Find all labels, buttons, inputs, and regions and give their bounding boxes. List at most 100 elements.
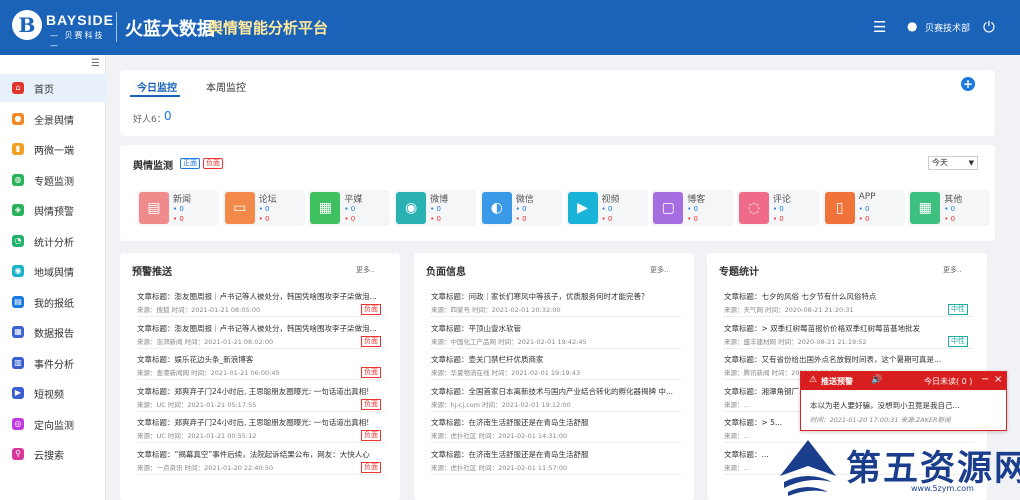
- source-name: 微博: [430, 195, 449, 205]
- sidebar-item-7[interactable]: ▤ 我的报纸: [0, 288, 106, 316]
- brand-title: 火蓝大数据: [125, 19, 215, 40]
- source-tile-博客[interactable]: ▢ 博客 • 0 • 0: [651, 190, 734, 226]
- more-link[interactable]: 更多..: [650, 265, 668, 275]
- alert-message[interactable]: 本以为老人要好骗，没想到小丑竟是我自己...: [810, 400, 960, 411]
- article-row[interactable]: 文章标题：在济南生活舒服还是在青岛生活舒服 来源：虎扑社区 时间：2021-02-…: [431, 417, 681, 443]
- article-row[interactable]: 文章标题：在济南生活舒服还是在青岛生活舒服 来源：虎扑社区 时间：2021-02-…: [431, 449, 681, 475]
- power-icon[interactable]: ⏻: [983, 18, 995, 36]
- article-title[interactable]: 文章标题：问政｜家长们寒风中等孩子，优质服务何时才能完善？: [431, 291, 676, 302]
- sidebar-item-12[interactable]: ⚲ 云搜索: [0, 440, 106, 468]
- source-tile-评论[interactable]: ◌ 评论 • 0 • 0: [736, 190, 819, 226]
- more-link[interactable]: 更多..: [356, 265, 374, 275]
- article-row[interactable]: 文章标题：“揭幕真空”事件后续，法院起诉结果公布，网友：大快人心 来源：一点资讯 …: [137, 449, 387, 475]
- alert-header: ⚠ 推送预警 🔊 今日未读( 0 ) − ×: [801, 372, 1006, 390]
- sidebar-item-1[interactable]: ● 全景舆情: [0, 105, 106, 133]
- add-button[interactable]: +: [961, 77, 975, 91]
- sidebar-item-4[interactable]: ◈ 舆情预警: [0, 196, 106, 224]
- source-tile-其他[interactable]: ▦ 其他 • 0 • 0: [908, 190, 991, 226]
- article-row[interactable]: 文章标题：问政｜家长们寒风中等孩子，优质服务何时才能完善？ 来源：四家号 时间：2…: [431, 291, 681, 317]
- sidebar-item-0[interactable]: ⌂ 首页: [0, 74, 106, 102]
- blog-icon: ▢: [653, 192, 684, 224]
- sidebar-item-label: 两微一端: [34, 146, 74, 157]
- range-select[interactable]: 今天 ▼: [928, 156, 978, 170]
- sidebar-item-5[interactable]: ◔ 统计分析: [0, 227, 106, 255]
- range-select-value: 今天: [932, 158, 948, 167]
- article-title[interactable]: 文章标题：“揭幕真空”事件后续，法院起诉结果公布，网友：大快人心: [137, 449, 382, 460]
- user-name[interactable]: 贝赛技术部: [925, 21, 970, 34]
- article-row[interactable]: 文章标题：> 双季红树莓苗报价价格双季红树莓苗基地批发 来源：盛丰建材网 时间：2…: [724, 323, 974, 349]
- sidebar-item-11[interactable]: ◎ 定向监测: [0, 410, 106, 438]
- article-title[interactable]: 文章标题：在济南生活舒服还是在青岛生活舒服: [431, 449, 676, 460]
- source-negative-count: • 0: [430, 215, 441, 223]
- article-title[interactable]: 文章标题：在济南生活舒服还是在青岛生活舒服: [431, 417, 676, 428]
- sidebar-item-label: 我的报纸: [34, 298, 74, 310]
- sidebar-item-9[interactable]: ▥ 事件分析: [0, 349, 106, 377]
- sidebar-item-label: 事件分析: [34, 359, 74, 371]
- sidebar-item-label: 地域舆情: [34, 268, 74, 279]
- source-tile-论坛[interactable]: ▭ 论坛 • 0 • 0: [222, 190, 305, 226]
- article-row[interactable]: 文章标题：娱乐花边头条_新浪博客 来源：查港新闻网 时间：2021-01-21 0…: [137, 354, 387, 380]
- news-icon: ▤: [139, 192, 169, 224]
- article-row[interactable]: 文章标题：郑爽弃子门24小时后, 王思聪朋友圈曝光: 一句话道出真相! 来源：UC…: [137, 417, 387, 443]
- article-row[interactable]: 文章标题：七夕的风俗 七夕节有什么风俗特点 来源：天气网 时间：2020-08-2…: [724, 291, 974, 317]
- source-tile-APP[interactable]: ▯ APP • 0 • 0: [822, 190, 905, 226]
- article-title[interactable]: 文章标题：七夕的风俗 七夕节有什么风俗特点: [724, 291, 969, 302]
- panel-title: 负面信息: [426, 267, 466, 278]
- sidebar-item-label: 数据报告: [34, 329, 74, 340]
- report-icon: ▦: [12, 326, 24, 338]
- source-tile-视频[interactable]: ▶ 视频 • 0 • 0: [565, 190, 648, 226]
- article-title[interactable]: 文章标题：平顶山壹水软管: [431, 323, 676, 334]
- sidebar-item-6[interactable]: ◉ 地域舆情: [0, 257, 106, 285]
- source-tile-新闻[interactable]: ▤ 新闻 • 0 • 0: [137, 190, 219, 226]
- sidebar-item-label: 短视频: [34, 390, 64, 401]
- location-icon: ●: [12, 112, 24, 125]
- menu-list-icon[interactable]: ☰: [873, 18, 886, 36]
- source-name: 平媒: [344, 195, 363, 205]
- article-meta: 来源：UC 时间：2021-01-21 05:17:55: [137, 400, 257, 409]
- user-icon[interactable]: ●: [907, 19, 917, 33]
- sidebar-item-10[interactable]: ▶ 短视频: [0, 379, 106, 407]
- article-row[interactable]: 文章标题：壶关门禁栏杆优质商家 来源：华夏物流在线 时间：2021-02-01 1…: [431, 354, 681, 380]
- sidebar-item-8[interactable]: ▦ 数据报告: [0, 318, 106, 346]
- article-meta: 来源：...: [724, 432, 750, 440]
- more-link[interactable]: 更多..: [943, 265, 961, 275]
- article-title[interactable]: 文章标题：又有省份给出国外点名放假时间表，这个暑期可真是...: [724, 354, 969, 365]
- article-title[interactable]: 文章标题：壶关门禁栏杆优质商家: [431, 354, 676, 365]
- source-positive-count: • 0: [515, 205, 527, 213]
- article-title[interactable]: 文章标题：娱乐花边头条_新浪博客: [137, 354, 382, 365]
- article-title[interactable]: 文章标题：郑爽弃子门24小时后, 王思聪朋友圈曝光: 一句话道出真相!: [137, 417, 382, 428]
- source-negative-count: • 0: [344, 215, 356, 223]
- article-row[interactable]: 文章标题：全国首家日本离新技术与国内产业结合转化的孵化器揭牌 中... 来源：hj…: [431, 386, 681, 412]
- article-row[interactable]: 文章标题：平顶山壹水软管 来源：中国化工产品网 时间：2021-02-01 19:…: [431, 323, 681, 349]
- article-meta: 来源：...: [724, 400, 750, 409]
- sidebar-item-2[interactable]: ▮ 两微一端: [0, 135, 106, 163]
- article-meta: 来源：UC 时间：2021-01-21 00:55:12: [137, 432, 257, 440]
- article-title[interactable]: 文章标题：> 双季红树莓苗报价价格双季红树莓苗基地批发: [724, 323, 969, 334]
- tab-week-monitor[interactable]: 本周监控: [206, 79, 246, 94]
- minimize-icon[interactable]: −: [981, 374, 989, 385]
- sentiment-tag: 负面: [361, 367, 381, 378]
- close-icon[interactable]: ×: [994, 374, 1002, 385]
- article-title[interactable]: 文章标题：郑爽弃子门24小时后, 王思聪朋友圈曝光: 一句话道出真相!: [137, 386, 382, 397]
- article-title[interactable]: 文章标题：澎友圈周报｜卢书记等人被处分，韩国凭啥围攻李子柒做泡...: [137, 291, 382, 302]
- alert-popup: ⚠ 推送预警 🔊 今日未读( 0 ) − × 本以为老人要好骗，没想到小丑竟是我…: [800, 371, 1007, 431]
- article-row[interactable]: 文章标题：郑爽弃子门24小时后, 王思聪朋友圈曝光: 一句话道出真相! 来源：UC…: [137, 386, 387, 412]
- company-logo[interactable]: B BAYSIDE — 贝赛科技 —: [12, 10, 113, 50]
- alert-unread[interactable]: 今日未读( 0 ): [924, 376, 972, 387]
- source-positive-count: • 0: [430, 205, 441, 213]
- friend-value[interactable]: 0: [164, 109, 172, 123]
- source-tile-微博[interactable]: ◉ 微博 • 0 • 0: [394, 190, 477, 226]
- speaker-icon[interactable]: 🔊: [871, 375, 882, 385]
- source-negative-count: • 0: [944, 215, 956, 223]
- article-row[interactable]: 文章标题：澎友圈周报｜卢书记等人被处分，韩国凭啥围攻李子柒做泡... 来源：澎湃新…: [137, 323, 387, 349]
- source-tile-微信[interactable]: ◐ 微信 • 0 • 0: [479, 190, 562, 226]
- article-row[interactable]: 文章标题：澎友圈周报｜卢书记等人被处分，韩国凭啥围攻李子柒做泡... 来源：搜狐 …: [137, 291, 387, 317]
- sidebar-item-3[interactable]: ◍ 专题监测: [0, 166, 106, 194]
- sidebar-collapse-icon[interactable]: ☰: [91, 58, 100, 69]
- article-title[interactable]: 文章标题：澎友圈周报｜卢书记等人被处分，韩国凭啥围攻李子柒做泡...: [137, 323, 382, 334]
- tab-today-monitor[interactable]: 今日监控: [137, 79, 177, 94]
- source-name: 新闻: [173, 195, 192, 205]
- article-title[interactable]: 文章标题：全国首家日本离新技术与国内产业结合转化的孵化器揭牌 中...: [431, 386, 676, 397]
- source-negative-count: • 0: [515, 215, 527, 223]
- source-tile-平媒[interactable]: ▦ 平媒 • 0 • 0: [308, 190, 391, 226]
